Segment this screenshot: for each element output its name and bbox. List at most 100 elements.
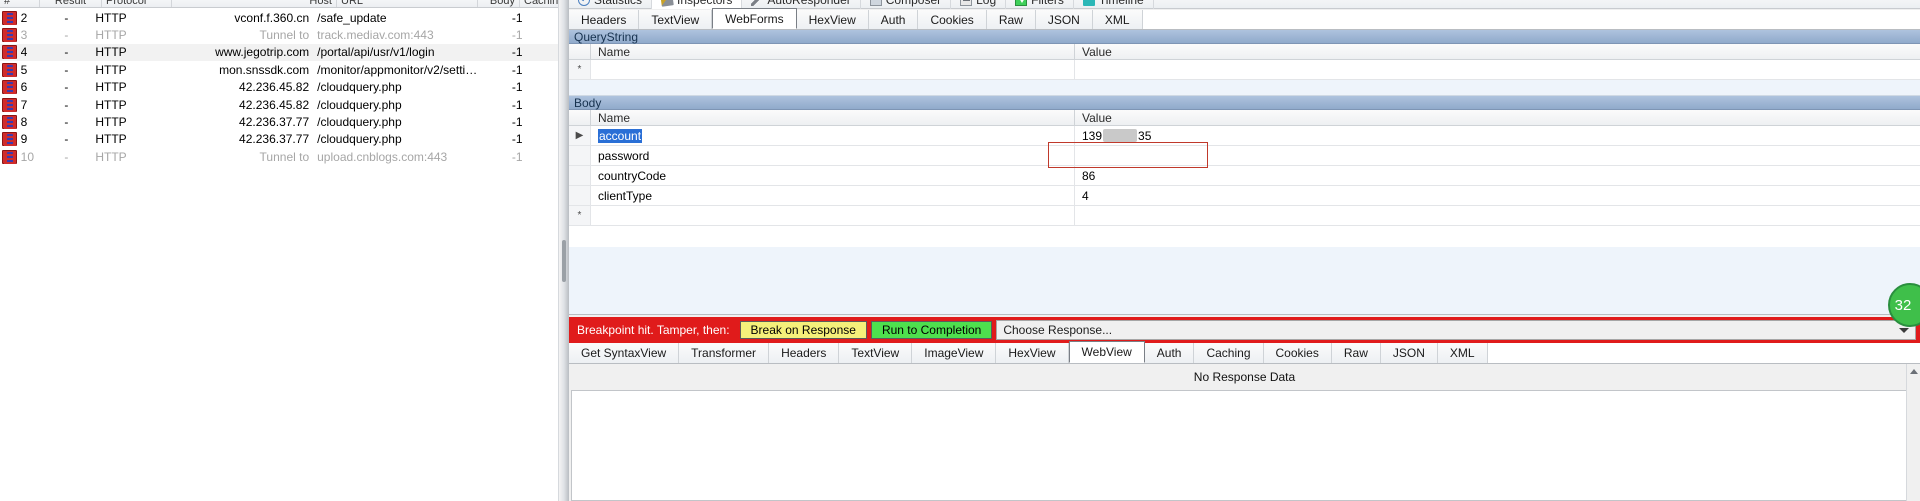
row-marker: ▶: [569, 126, 591, 145]
querystring-name-header[interactable]: Name: [591, 44, 1075, 59]
table-row[interactable]: 7 - HTTP 42.236.45.82/cloudquery.php -1: [0, 96, 558, 113]
body-name-cell[interactable]: [591, 206, 1075, 225]
response-tab-auth[interactable]: Auth: [1144, 343, 1195, 363]
response-scrollbar[interactable]: [1906, 364, 1920, 501]
inspector-tab-textview[interactable]: TextView: [639, 10, 713, 29]
body-name-cell[interactable]: password: [591, 146, 1075, 165]
body-grid[interactable]: Name Value ▶ account 139 35 password countryC…: [569, 110, 1920, 226]
column-header-result[interactable]: Result: [40, 0, 102, 7]
main-tab-statistics[interactable]: Statistics: [569, 0, 653, 9]
body-value-cell[interactable]: 86: [1075, 166, 1920, 185]
inspector-tab-xml[interactable]: XML: [1092, 10, 1143, 29]
cell-protocol: HTTP: [95, 115, 127, 130]
table-row[interactable]: 10 - HTTP Tunnel to upload.cnblogs.com:443 -1: [0, 148, 558, 165]
response-tab-headers[interactable]: Headers: [769, 343, 840, 363]
body-row[interactable]: clientType 4: [569, 186, 1920, 206]
querystring-value-header[interactable]: Value: [1075, 44, 1920, 59]
cell-number: 5: [20, 62, 28, 77]
redaction-mask: [1103, 129, 1138, 142]
cell-number: 4: [20, 45, 28, 60]
response-tab-textview[interactable]: TextView: [839, 343, 913, 363]
body-row[interactable]: *: [569, 206, 1920, 226]
querystring-value-cell[interactable]: [1075, 60, 1920, 79]
response-tab-imageview[interactable]: ImageView: [912, 343, 997, 363]
response-tab-caching[interactable]: Caching: [1194, 343, 1264, 363]
vertical-splitter[interactable]: [558, 0, 569, 501]
body-name-header[interactable]: Name: [591, 110, 1075, 125]
body-row[interactable]: password: [569, 142, 1920, 168]
main-tab-timeline[interactable]: Timeline: [1074, 0, 1154, 9]
table-row[interactable]: 8 - HTTP 42.236.37.77/cloudquery.php -1: [0, 113, 558, 130]
break-on-response-button[interactable]: Break on Response: [739, 321, 867, 339]
cell-url: /monitor/appmonitor/v2/settings...: [317, 62, 484, 77]
cell-protocol: HTTP: [95, 80, 127, 95]
inspector-tab-headers[interactable]: Headers: [569, 10, 640, 29]
main-tab-log[interactable]: Log: [951, 0, 1007, 9]
choose-response-dropdown[interactable]: Choose Response...: [996, 320, 1916, 340]
body-value-header[interactable]: Value: [1075, 110, 1920, 125]
cell-host: Tunnel to: [259, 28, 310, 43]
querystring-name-cell[interactable]: [591, 60, 1075, 79]
body-row[interactable]: countryCode 86: [569, 166, 1920, 186]
inspector-tab-auth[interactable]: Auth: [868, 10, 919, 29]
splitter-grip[interactable]: [562, 240, 566, 282]
inspector-request-tabs[interactable]: Headers TextView WebForms HexView Auth Cookie…: [569, 8, 1920, 30]
column-header-url[interactable]: URL: [337, 0, 478, 7]
inspector-tab-json[interactable]: JSON: [1035, 10, 1093, 29]
inspector-tab-hexview[interactable]: HexView: [796, 10, 869, 29]
response-tab-label: Headers: [781, 346, 827, 360]
table-row[interactable]: 6 - HTTP 42.236.45.82/cloudquery.php -1: [0, 79, 558, 96]
body-name-cell[interactable]: clientType: [591, 186, 1075, 205]
inspector-tab-webforms[interactable]: WebForms: [712, 8, 797, 29]
column-header-host[interactable]: Host: [172, 0, 337, 7]
break-on-response-label: Break on Response: [750, 323, 856, 337]
run-to-completion-label: Run to Completion: [881, 323, 982, 337]
column-header-body[interactable]: Body: [478, 0, 520, 7]
body-section-header: Body: [569, 96, 1920, 110]
cell-protocol: HTTP: [95, 45, 127, 60]
response-tab-webview[interactable]: WebView: [1068, 341, 1145, 363]
table-row[interactable]: 5 - HTTP mon.snssdk.com/monitor/appmonitor/…: [0, 61, 558, 78]
inspector-response-tabs[interactable]: Get SyntaxView Transformer Headers TextView…: [569, 341, 1920, 364]
body-row[interactable]: ▶ account 139 35: [569, 126, 1920, 146]
response-tab-hexview[interactable]: HexView: [996, 343, 1069, 363]
response-tab-cookies[interactable]: Cookies: [1263, 343, 1332, 363]
response-tab-json[interactable]: JSON: [1380, 343, 1438, 363]
table-row[interactable]: 4 - HTTP www.jegotrip.com/portal/api/usr/v1…: [0, 43, 558, 62]
cell-host: 42.236.45.82: [239, 80, 310, 95]
inspector-tab-raw[interactable]: Raw: [986, 10, 1036, 29]
response-tab-raw[interactable]: Raw: [1331, 343, 1381, 363]
main-tab-composer[interactable]: Composer: [861, 0, 952, 9]
body-value-cell[interactable]: [1075, 206, 1920, 225]
inspector-tab-cookies[interactable]: Cookies: [918, 10, 987, 29]
breakpoint-icon: [0, 62, 21, 77]
table-row[interactable]: 3 - HTTP Tunnel to track.mediav.com:443 -1: [0, 26, 558, 43]
querystring-grid[interactable]: Name Value *: [569, 44, 1920, 80]
password-value-editor-highlight[interactable]: [1048, 142, 1208, 168]
body-name-text: password: [598, 148, 650, 163]
body-value-text: 4: [1082, 188, 1089, 203]
breakpoint-icon: [0, 45, 21, 60]
body-name-cell[interactable]: account: [591, 126, 1075, 145]
response-tab-xml[interactable]: XML: [1437, 343, 1488, 363]
row-marker: [569, 146, 591, 165]
breakpoint-icon: [0, 97, 21, 112]
column-header-protocol[interactable]: Protocol: [102, 0, 172, 7]
table-row[interactable]: 9 - HTTP 42.236.37.77/cloudquery.php -1: [0, 131, 558, 148]
body-value-cell[interactable]: 4: [1075, 186, 1920, 205]
body-value-text: 86: [1082, 168, 1096, 183]
table-row[interactable]: 2 - HTTP vconf.f.360.cn/safe_update -1: [0, 9, 558, 26]
session-list[interactable]: # Result Protocol Host URL Body Caching …: [0, 0, 558, 501]
column-header-caching[interactable]: Caching: [520, 0, 558, 7]
querystring-row[interactable]: *: [569, 60, 1920, 80]
response-tab-get-syntaxview[interactable]: Get SyntaxView: [569, 343, 680, 363]
main-tab-filters[interactable]: Filters: [1006, 0, 1074, 9]
column-header-number[interactable]: #: [0, 0, 40, 7]
cell-result: -: [64, 28, 69, 43]
scroll-up-icon[interactable]: [1910, 369, 1918, 374]
body-name-cell[interactable]: countryCode: [591, 166, 1075, 185]
response-tab-transformer[interactable]: Transformer: [679, 343, 770, 363]
cell-result: -: [64, 80, 69, 95]
breakpoint-icon: [0, 132, 21, 147]
run-to-completion-button[interactable]: Run to Completion: [870, 321, 993, 339]
